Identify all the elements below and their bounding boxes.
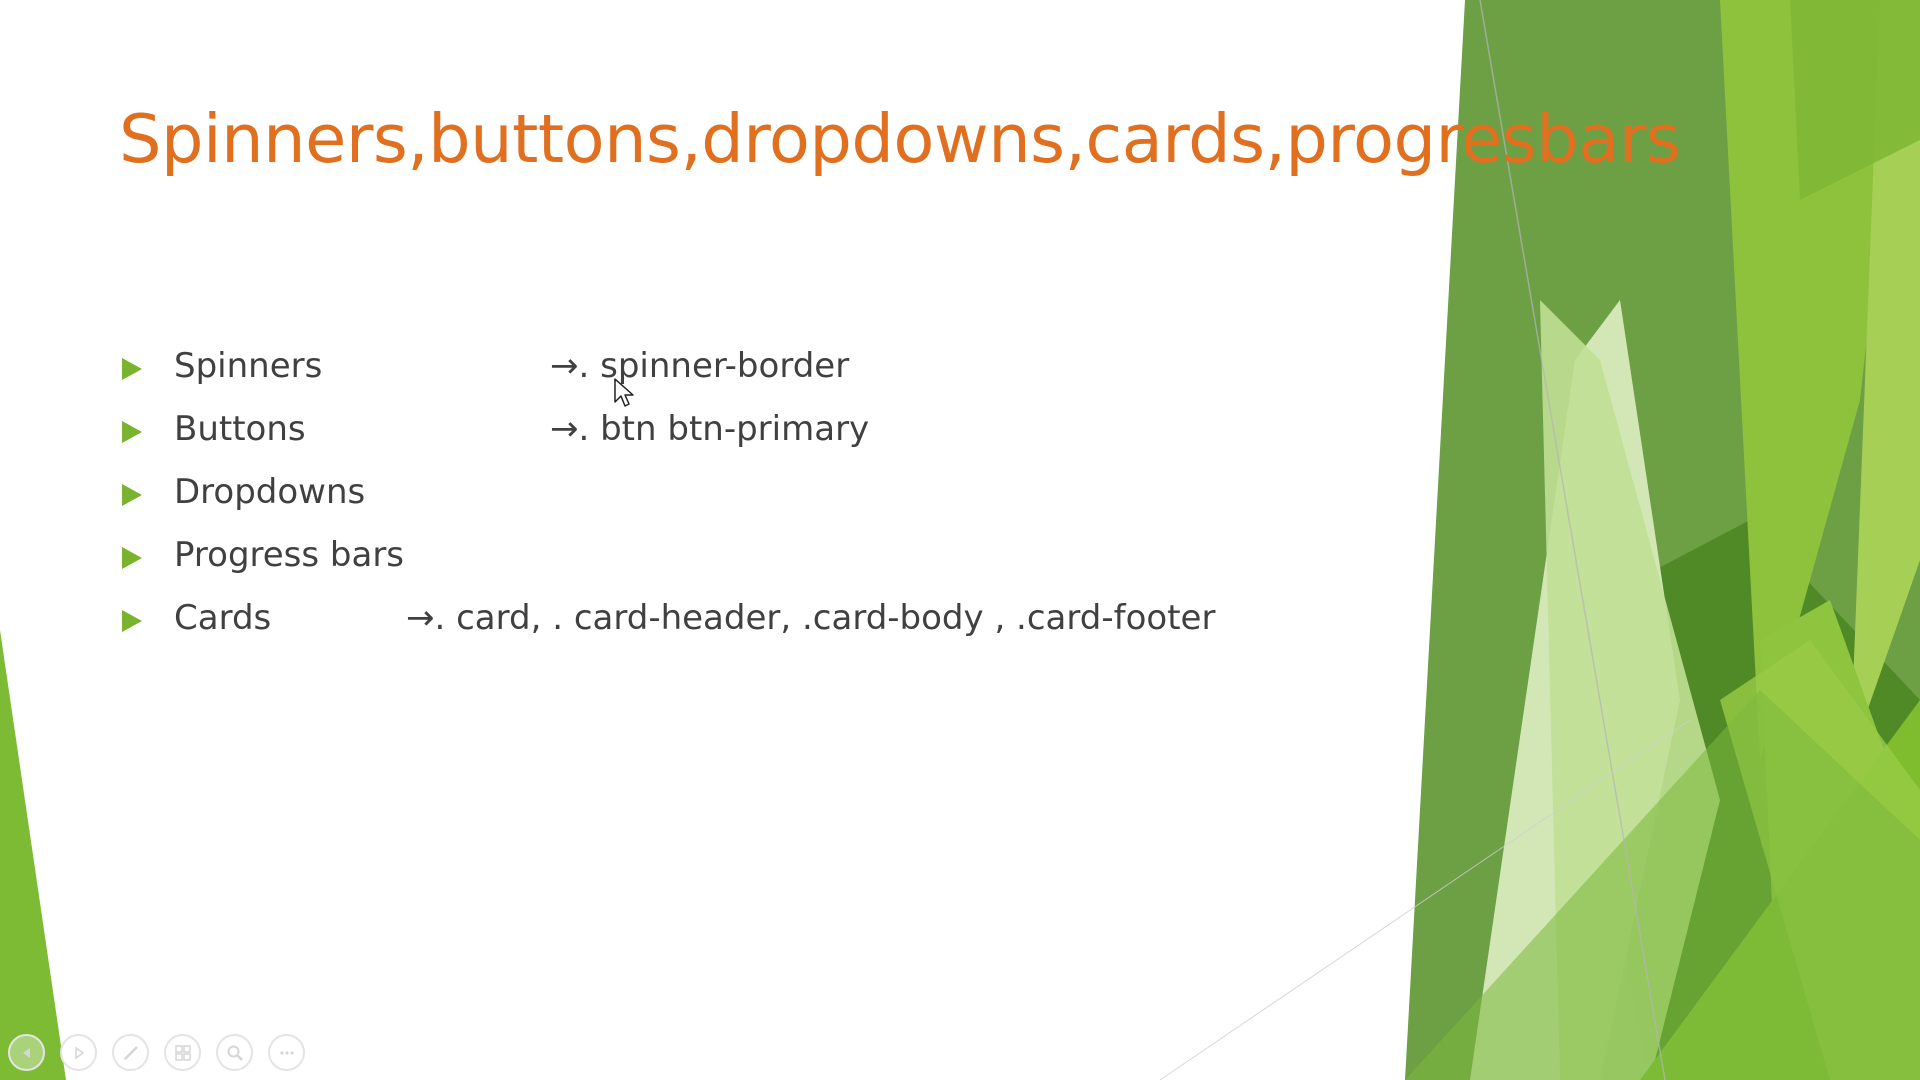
bullet-triangle-icon	[122, 484, 142, 506]
bullet-label: Spinners	[174, 346, 323, 386]
mouse-cursor-icon	[614, 378, 634, 407]
bullet-triangle-icon	[122, 358, 142, 380]
more-icon	[279, 1050, 294, 1055]
slideshow-toolbar	[8, 1034, 305, 1071]
bullet-detail: →. btn btn-primary	[550, 409, 870, 449]
pen-tool-button[interactable]	[112, 1034, 149, 1071]
slide-title: Spinners,buttons,dropdowns,cards,progres…	[119, 100, 1681, 178]
bullet-detail: →. spinner-border	[550, 346, 850, 386]
bullet-triangle-icon	[122, 610, 142, 632]
previous-slide-button[interactable]	[8, 1034, 45, 1071]
bullet-triangle-icon	[122, 421, 142, 443]
pen-icon	[123, 1045, 138, 1060]
slides-grid-icon	[174, 1044, 191, 1061]
next-icon	[74, 1046, 84, 1059]
see-all-slides-button[interactable]	[164, 1034, 201, 1071]
zoom-button[interactable]	[216, 1034, 253, 1071]
bullet-label: Dropdowns	[174, 472, 366, 512]
bullet-label: Progress bars	[174, 535, 405, 575]
previous-icon	[22, 1047, 30, 1058]
bullet-label: Buttons	[174, 409, 306, 449]
next-slide-button[interactable]	[60, 1034, 97, 1071]
zoom-icon	[227, 1045, 243, 1061]
bullet-label: Cards	[174, 598, 272, 638]
bullet-detail: →. card, . card-header, .card-body , .ca…	[406, 598, 1216, 638]
more-options-button[interactable]	[268, 1034, 305, 1071]
bullet-triangle-icon	[122, 547, 142, 569]
presentation-slide: Spinners,buttons,dropdowns,cards,progres…	[0, 0, 1920, 1080]
